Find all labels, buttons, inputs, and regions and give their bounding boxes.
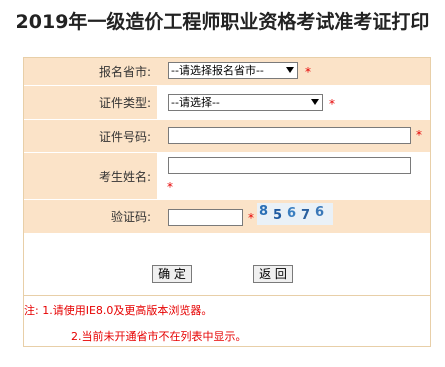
name-field: * bbox=[162, 153, 430, 199]
ticket-print-form: 报名省市: --请选择报名省市-- * 证件类型: --请选择-- * 证件号码… bbox=[23, 57, 431, 347]
name-input[interactable] bbox=[168, 157, 411, 174]
id-type-field: --请选择-- * bbox=[162, 86, 430, 119]
captcha-char: 6 bbox=[287, 206, 297, 221]
province-select-value: --请选择报名省市-- bbox=[171, 64, 264, 77]
note-line-1: 注: 1.请使用IE8.0及更高版本浏览器。 bbox=[24, 304, 213, 317]
id-type-label: 证件类型: bbox=[24, 86, 157, 119]
province-select[interactable]: --请选择报名省市-- bbox=[168, 62, 298, 79]
id-type-select-value: --请选择-- bbox=[171, 96, 220, 109]
chevron-down-icon bbox=[311, 99, 319, 105]
name-required-mark: * bbox=[167, 180, 173, 194]
row-name: 考生姓名: * bbox=[24, 153, 430, 200]
captcha-required-mark: * bbox=[248, 211, 254, 225]
row-id-type: 证件类型: --请选择-- * bbox=[24, 86, 430, 120]
id-type-required-mark: * bbox=[329, 97, 335, 111]
id-number-input[interactable] bbox=[168, 127, 411, 144]
captcha-field: * 8 5 6 7 6 bbox=[162, 200, 430, 233]
row-captcha: 验证码: * 8 5 6 7 6 bbox=[24, 200, 430, 234]
id-number-required-mark: * bbox=[416, 128, 422, 142]
back-button[interactable]: 返 回 bbox=[253, 265, 293, 283]
captcha-char: 5 bbox=[273, 208, 283, 223]
name-label: 考生姓名: bbox=[24, 153, 157, 199]
notes-section: 注: 1.请使用IE8.0及更高版本浏览器。 2.当前未开通省市不在列表中显示。 bbox=[24, 295, 430, 346]
captcha-input[interactable] bbox=[168, 209, 243, 226]
captcha-char: 6 bbox=[315, 205, 325, 220]
province-field: --请选择报名省市-- * bbox=[162, 58, 430, 85]
province-label: 报名省市: bbox=[24, 58, 157, 85]
row-id-number: 证件号码: * bbox=[24, 120, 430, 153]
captcha-char: 7 bbox=[301, 208, 311, 223]
row-province: 报名省市: --请选择报名省市-- * bbox=[24, 58, 430, 86]
id-number-field: * bbox=[162, 120, 430, 152]
captcha-label: 验证码: bbox=[24, 200, 157, 233]
captcha-char: 8 bbox=[259, 204, 269, 219]
id-number-label: 证件号码: bbox=[24, 120, 157, 152]
page-title: 2019年一级造价工程师职业资格考试准考证打印 bbox=[15, 11, 430, 33]
chevron-down-icon bbox=[286, 67, 294, 73]
captcha-image[interactable]: 8 5 6 7 6 bbox=[257, 203, 333, 225]
province-required-mark: * bbox=[305, 65, 311, 79]
note-line-2: 2.当前未开通省市不在列表中显示。 bbox=[71, 330, 247, 343]
button-bar: 确 定 返 回 bbox=[24, 231, 430, 295]
id-type-select[interactable]: --请选择-- bbox=[168, 94, 323, 111]
confirm-button[interactable]: 确 定 bbox=[152, 265, 192, 283]
